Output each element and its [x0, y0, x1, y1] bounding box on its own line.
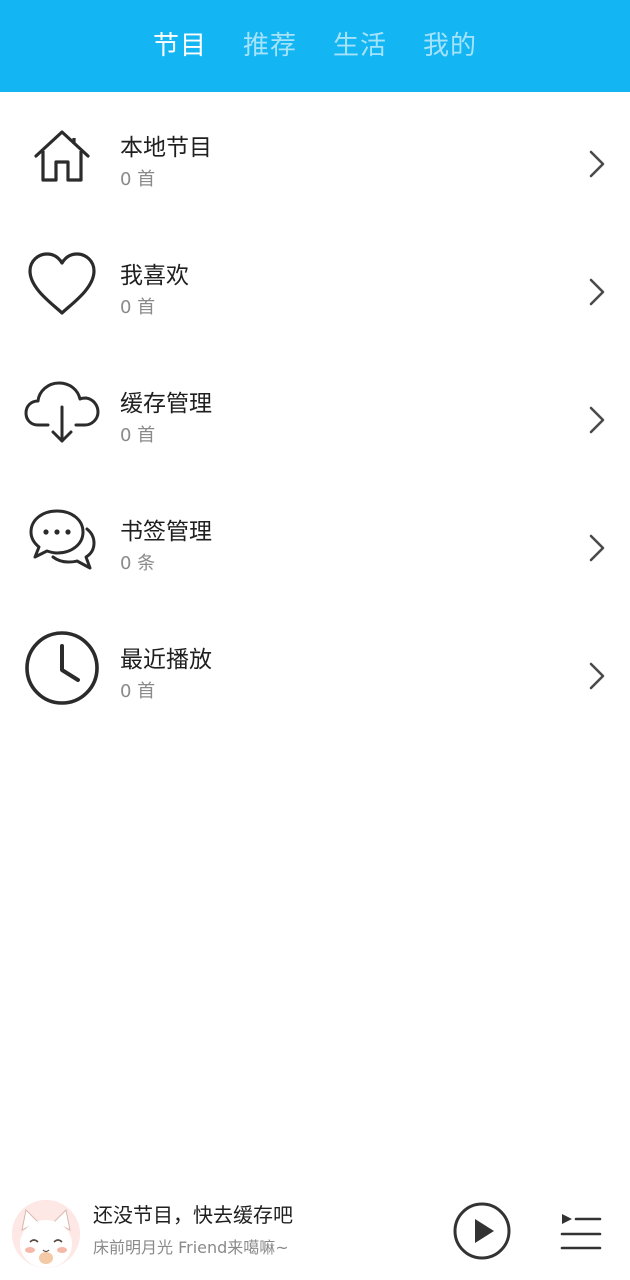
menu-item-count: 0 首 [120, 425, 156, 446]
tab-recommend[interactable]: 推荐 [243, 31, 297, 61]
menu-item-count: 0 条 [120, 553, 156, 574]
chevron-right-icon [589, 278, 605, 306]
menu-item-texts: 书签管理 0 条 [120, 516, 212, 578]
menu-item-texts: 缓存管理 0 首 [120, 388, 212, 450]
chevron-right-icon [589, 534, 605, 562]
chevron-right-icon [589, 662, 605, 690]
chevron-right-icon [589, 150, 605, 178]
menu-item-count: 0 首 [120, 681, 156, 702]
menu-item-bookmark-management[interactable]: 书签管理 0 条 [0, 476, 630, 604]
top-tab-bar: 节目 推荐 生活 我的 [0, 0, 630, 92]
now-playing-subtitle: 床前明月光 Friend来噶嘛~ [93, 1238, 289, 1257]
playlist-icon[interactable] [558, 1210, 602, 1252]
menu-item-texts: 最近播放 0 首 [120, 644, 212, 706]
menu-item-title: 最近播放 [120, 647, 212, 673]
menu-item-local-programs[interactable]: 本地节目 0 首 [0, 92, 630, 220]
menu-item-texts: 本地节目 0 首 [120, 132, 212, 194]
cat-avatar[interactable] [12, 1200, 80, 1268]
mini-player-bar[interactable]: 还没节目，快去缓存吧 床前明月光 Friend来噶嘛~ [0, 1192, 630, 1280]
menu-item-count: 0 首 [120, 297, 156, 318]
app-screen: 节目 推荐 生活 我的 本地节目 0 首 我喜欢 0 首 缓存管理 0 首 书签… [0, 0, 630, 1280]
tab-list: 节目 推荐 生活 我的 [153, 31, 477, 61]
menu-item-favorites[interactable]: 我喜欢 0 首 [0, 220, 630, 348]
chevron-right-icon [589, 406, 605, 434]
chat-bubbles-icon [24, 502, 100, 578]
tab-life[interactable]: 生活 [333, 31, 387, 61]
heart-icon [24, 246, 100, 322]
menu-item-texts: 我喜欢 0 首 [120, 260, 189, 322]
clock-icon [24, 630, 100, 706]
tab-programs[interactable]: 节目 [153, 31, 207, 61]
tab-mine[interactable]: 我的 [423, 31, 477, 61]
menu-item-count: 0 首 [120, 169, 156, 190]
menu-item-title: 缓存管理 [120, 391, 212, 417]
home-icon [24, 118, 100, 194]
menu-item-title: 本地节目 [120, 135, 212, 161]
now-playing-title: 还没节目，快去缓存吧 [93, 1203, 293, 1227]
play-icon[interactable] [452, 1201, 512, 1261]
program-menu-list: 本地节目 0 首 我喜欢 0 首 缓存管理 0 首 书签管理 0 条 最近播放 … [0, 92, 630, 732]
menu-item-recently-played[interactable]: 最近播放 0 首 [0, 604, 630, 732]
menu-item-title: 书签管理 [120, 519, 212, 545]
cloud-download-icon [24, 374, 100, 450]
menu-item-cache-management[interactable]: 缓存管理 0 首 [0, 348, 630, 476]
menu-item-title: 我喜欢 [120, 263, 189, 289]
